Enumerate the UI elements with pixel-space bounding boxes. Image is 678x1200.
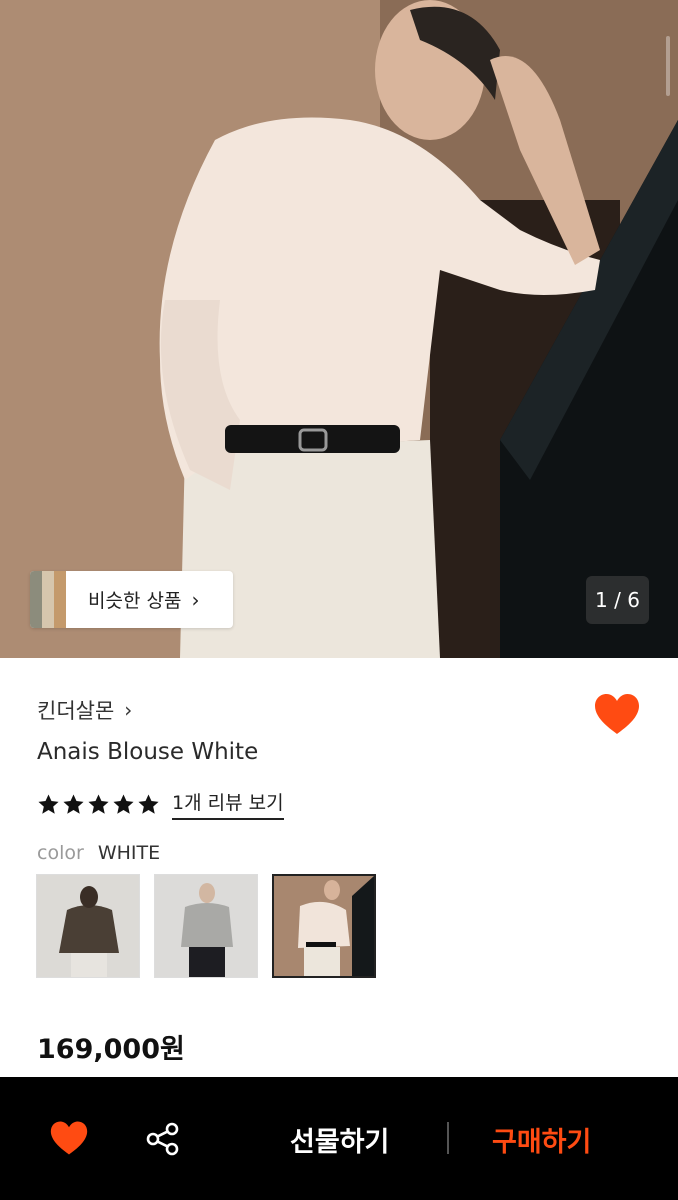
image-counter: 1 / 6 [586,576,649,624]
swatch-dark-brown[interactable] [36,874,140,978]
star-icon [38,793,59,814]
scroll-indicator [666,36,670,96]
gift-button[interactable]: 선물하기 [290,1120,389,1159]
star-icon [138,793,159,814]
star-icon [63,793,84,814]
color-label: color [37,842,84,864]
brand-link[interactable]: 킨더살몬 › [37,695,132,725]
price: 169,000원 [37,1034,185,1065]
chevron-right-icon: › [124,698,133,722]
similar-products-label: 비슷한 상품 [88,590,182,612]
rating-stars [37,793,160,816]
wishlist-heart-icon[interactable] [594,693,640,735]
star-icon [88,793,109,814]
share-icon[interactable] [145,1121,181,1157]
product-photo [0,0,678,658]
similar-products-button[interactable]: 비슷한 상품 › [30,571,233,628]
swatch-white[interactable] [272,874,376,978]
swatch-grey[interactable] [154,874,258,978]
similar-thumbnail [30,571,66,628]
product-title: Anais Blouse White [37,739,259,765]
color-value: WHITE [97,842,161,864]
buy-button[interactable]: 구매하기 [492,1120,591,1159]
color-swatches [36,874,376,978]
color-row: color WHITE [37,842,160,864]
heart-icon[interactable] [50,1120,88,1156]
product-image-carousel[interactable]: 비슷한 상품 › 1 / 6 [0,0,678,658]
brand-name: 킨더살몬 [37,699,115,723]
divider [447,1122,449,1154]
chevron-right-icon: › [191,587,200,612]
view-reviews-link[interactable]: 1개 리뷰 보기 [172,788,284,820]
star-icon [113,793,134,814]
rating-row: 1개 리뷰 보기 [37,788,284,820]
